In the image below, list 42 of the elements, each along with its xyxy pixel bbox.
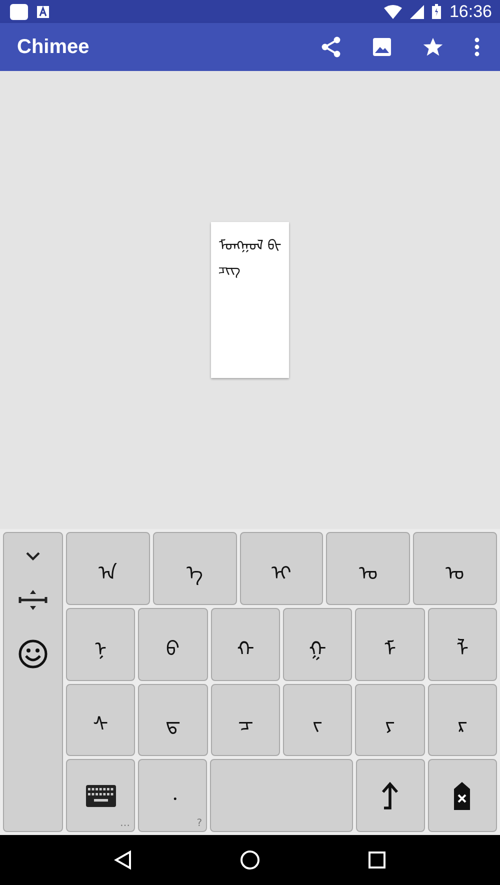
emoji-icon[interactable] xyxy=(18,639,48,669)
resize-icon[interactable] xyxy=(18,589,48,611)
letter-key[interactable]: ᠷ xyxy=(428,684,497,756)
more-options-icon[interactable] xyxy=(474,37,480,57)
share-icon[interactable] xyxy=(320,36,342,58)
letter-key[interactable]: ᠭ xyxy=(282,608,352,680)
enter-arrow-icon xyxy=(380,782,400,810)
keyboard-icon xyxy=(86,784,116,807)
letter-key[interactable]: ᠴ xyxy=(210,684,280,756)
letter-key[interactable]: ᠡ xyxy=(152,532,237,605)
letter-key[interactable]: ᠶ xyxy=(355,684,425,756)
back-icon[interactable] xyxy=(114,850,132,870)
home-icon[interactable] xyxy=(240,850,260,870)
backspace-icon xyxy=(454,782,470,810)
app-notification-icon xyxy=(36,4,50,18)
letter-key[interactable]: ᠢ xyxy=(240,532,324,605)
star-icon[interactable] xyxy=(422,36,444,58)
letter-key[interactable]: ᠤ xyxy=(413,532,497,605)
clock-time: 16:36 xyxy=(449,2,492,22)
app-title: Chimee xyxy=(17,36,90,58)
editor-text: ᠮᠣᠩᠭᠣᠯ ᠪᠢᠴᠢᠭ xyxy=(219,237,281,278)
punctuation-key[interactable]: ᠂ ? xyxy=(138,759,208,832)
letter-key[interactable]: ᠳ xyxy=(138,684,208,756)
letter-key[interactable]: ᠠ xyxy=(66,532,150,605)
chevron-down-icon[interactable] xyxy=(25,551,41,561)
enter-key[interactable] xyxy=(356,759,425,832)
letter-key[interactable]: ᠪ xyxy=(138,608,208,680)
text-editor[interactable]: ᠮᠣᠩᠭᠣᠯ ᠪᠢᠴᠢᠭ xyxy=(211,222,289,378)
letter-key[interactable]: ᠵ xyxy=(282,684,352,756)
backspace-key[interactable] xyxy=(428,759,497,832)
letter-key[interactable]: ᠯ xyxy=(428,608,497,680)
image-icon[interactable] xyxy=(372,37,392,57)
letter-key[interactable]: ᠣ xyxy=(326,532,410,605)
letter-key[interactable]: ᠨ xyxy=(66,608,136,680)
letter-key[interactable]: ᠬ xyxy=(210,608,280,680)
recents-icon[interactable] xyxy=(368,851,386,869)
battery-icon xyxy=(432,4,442,19)
letter-key[interactable]: ᠮ xyxy=(355,608,425,680)
signal-icon xyxy=(410,4,424,18)
letter-key[interactable]: ᠰ xyxy=(66,684,136,756)
wifi-icon xyxy=(384,4,402,18)
notification-icon xyxy=(10,4,28,20)
